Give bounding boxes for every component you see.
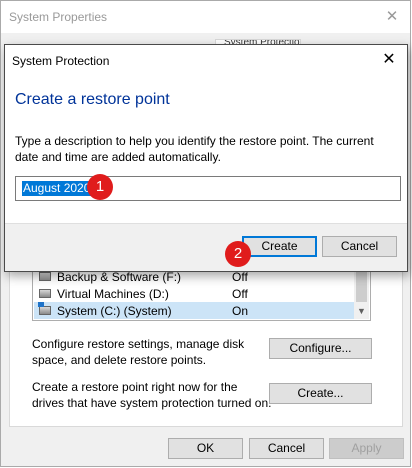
drive-status: Off bbox=[232, 287, 248, 301]
create-button[interactable]: Create bbox=[242, 236, 317, 257]
create-description: Create a restore point right now for the… bbox=[32, 380, 272, 410]
drive-icon bbox=[39, 272, 51, 281]
apply-button[interactable]: Apply bbox=[329, 438, 404, 459]
list-scrollbar[interactable]: ▼ bbox=[354, 267, 369, 319]
drive-name: Backup & Software (F:) bbox=[57, 270, 182, 284]
dialog-cancel-button[interactable]: Cancel bbox=[322, 236, 397, 257]
configure-description: Configure restore settings, manage disk … bbox=[32, 337, 245, 367]
drive-status: Off bbox=[232, 270, 248, 284]
dialog-heading: Create a restore point bbox=[15, 91, 170, 108]
list-item[interactable]: Virtual Machines (D:) Off bbox=[34, 285, 354, 302]
drive-icon bbox=[39, 289, 51, 298]
list-item-selected[interactable]: System (C:) (System) On bbox=[34, 302, 354, 319]
system-properties-titlebar: System Properties ✕ bbox=[1, 1, 410, 33]
scrollbar-thumb[interactable] bbox=[356, 269, 367, 302]
dialog-title: System Protection bbox=[12, 54, 110, 68]
cancel-button[interactable]: Cancel bbox=[249, 438, 324, 459]
dialog-body: Create a restore point Type a descriptio… bbox=[5, 76, 407, 223]
dialog-separator bbox=[5, 223, 407, 224]
create-restore-point-button[interactable]: Create... bbox=[269, 383, 372, 404]
dialog-titlebar: System Protection ✕ bbox=[5, 45, 407, 76]
step-marker-2: 2 bbox=[225, 241, 251, 267]
screen: System Properties ✕ System Protection Ba… bbox=[0, 0, 412, 468]
close-icon[interactable]: ✕ bbox=[379, 50, 399, 70]
system-protection-dialog: System Protection ✕ Create a restore poi… bbox=[4, 44, 408, 272]
ok-button[interactable]: OK bbox=[168, 438, 243, 459]
system-properties-title: System Properties bbox=[9, 10, 108, 24]
drive-name: System (C:) (System) bbox=[57, 304, 172, 318]
drive-status: On bbox=[232, 304, 249, 318]
system-properties-close-icon[interactable]: ✕ bbox=[382, 7, 402, 27]
restore-point-description-input[interactable]: August 2020 bbox=[15, 176, 401, 201]
drive-name: Virtual Machines (D:) bbox=[57, 287, 169, 301]
dialog-description: Type a description to help you identify … bbox=[15, 134, 374, 164]
system-drive-icon bbox=[38, 302, 51, 315]
step-marker-1: 1 bbox=[87, 174, 113, 200]
configure-button[interactable]: Configure... bbox=[269, 338, 372, 359]
chevron-down-icon[interactable]: ▼ bbox=[354, 304, 369, 319]
protection-settings-list[interactable]: Backup & Software (F:) Off Virtual Machi… bbox=[32, 265, 371, 321]
restore-point-description-value: August 2020 bbox=[22, 181, 92, 196]
